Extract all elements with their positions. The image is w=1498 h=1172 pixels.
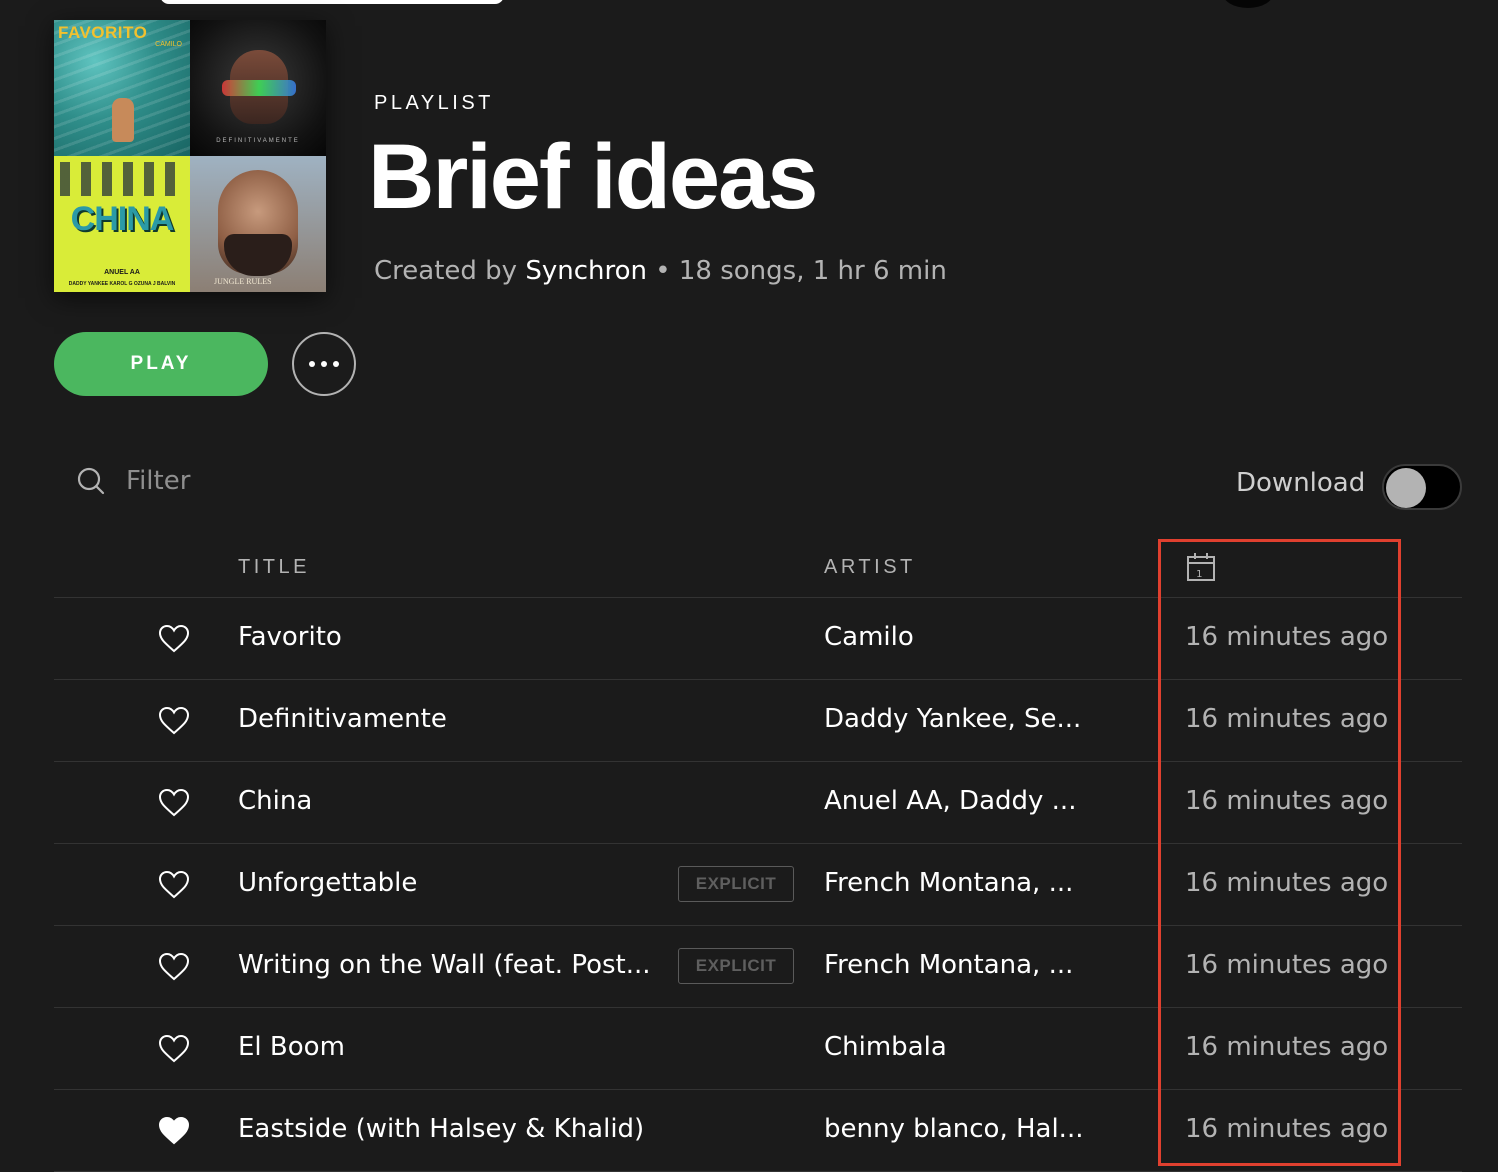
heart-outline-icon[interactable] (158, 706, 190, 736)
track-title: Favorito (238, 622, 342, 652)
track-date-added: 16 minutes ago (1185, 1114, 1389, 1144)
cover-tile-subtitle: DEFINITIVAMENTE (216, 138, 300, 144)
more-options-button[interactable] (292, 332, 356, 396)
cover-tile-china: CHINA ANUEL AA DADDY YANKEE KAROL G OZUN… (54, 156, 190, 292)
track-title: El Boom (238, 1032, 345, 1062)
meta-separator: • (646, 256, 679, 286)
search-icon (77, 467, 105, 495)
heart-outline-icon[interactable] (158, 952, 190, 982)
track-title: Writing on the Wall (feat. Post... (238, 950, 651, 980)
track-artist[interactable]: French Montana, ... (824, 868, 1073, 898)
avatar[interactable] (1222, 0, 1274, 8)
heart-outline-icon[interactable] (158, 870, 190, 900)
track-artist[interactable]: benny blanco, Hal... (824, 1114, 1083, 1144)
download-toggle[interactable] (1382, 464, 1462, 510)
table-row[interactable]: Unforgettable EXPLICIT French Montana, .… (54, 844, 1462, 926)
svg-text:1: 1 (1196, 569, 1206, 580)
cover-tile-credits: DADDY YANKEE KAROL G OZUNA J BALVIN (68, 281, 176, 287)
playlist-kind-label: PLAYLIST (374, 92, 494, 114)
table-row[interactable]: Eastside (with Halsey & Khalid) benny bl… (54, 1090, 1462, 1172)
cover-tile-title: CHINA (70, 200, 175, 238)
filter-input[interactable] (126, 466, 386, 496)
download-label: Download (1236, 468, 1366, 498)
track-date-added: 16 minutes ago (1185, 704, 1389, 734)
track-artist[interactable]: French Montana, ... (824, 950, 1073, 980)
cover-tile-jungle-rules: JUNGLE RULES (190, 156, 326, 292)
track-date-added: 16 minutes ago (1185, 868, 1389, 898)
track-title: Eastside (with Halsey & Khalid) (238, 1114, 645, 1144)
playlist-owner-link[interactable]: Synchron (525, 256, 647, 286)
heart-outline-icon[interactable] (158, 1034, 190, 1064)
explicit-badge: EXPLICIT (678, 866, 794, 902)
column-header-date-added[interactable]: 1 (1186, 552, 1216, 588)
table-row[interactable]: Definitivamente Daddy Yankee, Se... 16 m… (54, 680, 1462, 762)
table-row[interactable]: Favorito Camilo 16 minutes ago (54, 598, 1462, 680)
cover-tile-definitivamente: DEFINITIVAMENTE (190, 20, 326, 156)
track-table: TITLE ARTIST 1 Favorito Camilo 16 minute… (54, 538, 1462, 1172)
cover-tile-subtitle: JUNGLE RULES (214, 277, 272, 286)
table-row[interactable]: China Anuel AA, Daddy ... 16 minutes ago (54, 762, 1462, 844)
column-header-title[interactable]: TITLE (238, 556, 310, 579)
track-artist[interactable]: Camilo (824, 622, 914, 652)
playlist-cover: FAVORITO CAMILO DEFINITIVAMENTE CHINA AN… (54, 20, 326, 292)
track-date-added: 16 minutes ago (1185, 622, 1389, 652)
table-header: TITLE ARTIST 1 (54, 538, 1462, 598)
playlist-stats: 18 songs, 1 hr 6 min (678, 256, 947, 286)
track-title: Unforgettable (238, 868, 418, 898)
track-date-added: 16 minutes ago (1185, 786, 1389, 816)
track-artist[interactable]: Chimbala (824, 1032, 947, 1062)
track-artist[interactable]: Anuel AA, Daddy ... (824, 786, 1076, 816)
column-header-artist[interactable]: ARTIST (824, 556, 916, 579)
calendar-icon: 1 (1187, 553, 1215, 581)
track-date-added: 16 minutes ago (1185, 950, 1389, 980)
play-button[interactable]: PLAY (54, 332, 268, 396)
track-title: Definitivamente (238, 704, 447, 734)
cover-tile-favorito: FAVORITO CAMILO (54, 20, 190, 156)
table-row[interactable]: El Boom Chimbala 16 minutes ago (54, 1008, 1462, 1090)
heart-outline-icon[interactable] (158, 788, 190, 818)
created-by-prefix: Created by (374, 256, 518, 286)
more-icon (309, 361, 339, 367)
table-row[interactable]: Writing on the Wall (feat. Post... EXPLI… (54, 926, 1462, 1008)
top-search-pill[interactable] (160, 0, 504, 4)
explicit-badge: EXPLICIT (678, 948, 794, 984)
filter-bar (76, 466, 386, 496)
cover-tile-subtitle: ANUEL AA (104, 269, 140, 276)
toggle-knob (1386, 468, 1426, 508)
page-title: Brief ideas (368, 126, 818, 228)
cover-tile-title: FAVORITO (58, 23, 148, 42)
track-title: China (238, 786, 313, 816)
cover-tile-subtitle: CAMILO (155, 41, 182, 48)
playlist-meta: Created by Synchron • 18 songs, 1 hr 6 m… (374, 256, 947, 286)
track-artist[interactable]: Daddy Yankee, Se... (824, 704, 1081, 734)
heart-outline-icon[interactable] (158, 624, 190, 654)
heart-filled-icon[interactable] (158, 1116, 190, 1146)
track-date-added: 16 minutes ago (1185, 1032, 1389, 1062)
